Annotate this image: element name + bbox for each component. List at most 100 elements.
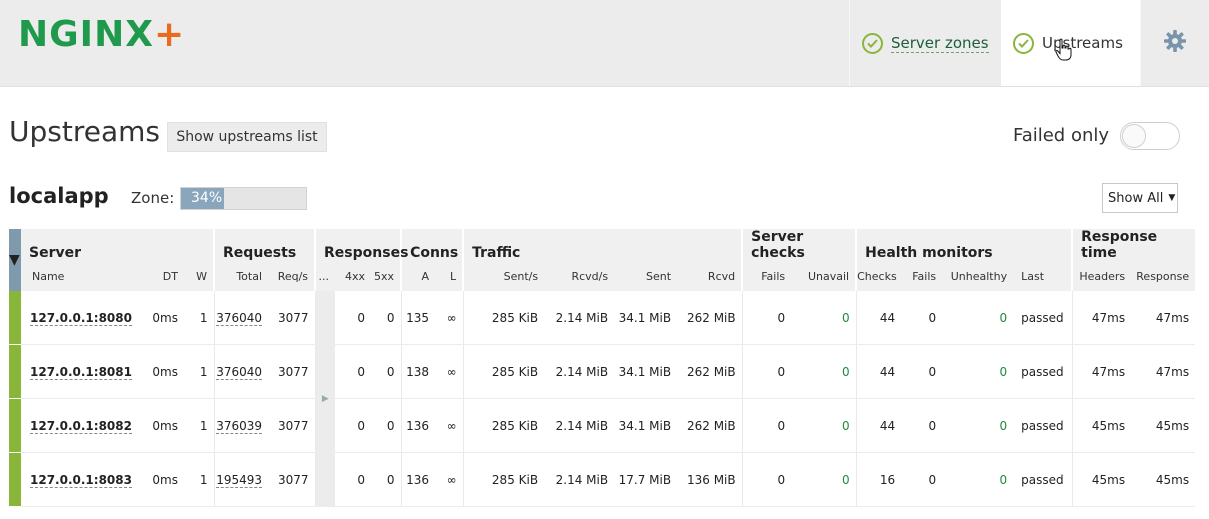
col-dots[interactable]: ...: [315, 261, 336, 291]
cell-total[interactable]: 376039: [214, 398, 269, 453]
cell-checks: 44: [856, 344, 902, 399]
server-name[interactable]: 127.0.0.1:8080: [21, 291, 148, 345]
zone-usage-text: 34%: [191, 190, 223, 206]
cell-reqs: 3077: [268, 452, 316, 507]
col-unhealthy: Unhealthy: [942, 261, 1014, 291]
server-name[interactable]: 127.0.0.1:8083: [21, 452, 148, 507]
caret-down-icon: ▼: [1168, 193, 1176, 203]
cell-sent: 34.1 MiB: [614, 291, 678, 345]
cell-checks: 44: [856, 291, 902, 345]
responses-collapse[interactable]: ▶: [315, 291, 336, 507]
server-name-value[interactable]: 127.0.0.1:8081: [30, 364, 132, 380]
cell-reqs: 3077: [268, 344, 316, 399]
cell-total-value[interactable]: 376040: [216, 364, 263, 380]
cell-unavail: 0: [791, 452, 857, 507]
failed-only-toggle[interactable]: [1120, 122, 1180, 150]
col-sent: Sent: [614, 261, 678, 291]
cell-total[interactable]: 376040: [214, 291, 269, 345]
col-total: Total: [214, 261, 269, 291]
page-title: Upstreams: [9, 115, 160, 148]
cell-rcvd-s: 2.14 MiB: [544, 452, 615, 507]
cell-headers: 45ms: [1072, 398, 1132, 453]
cell-rcvd: 262 MiB: [677, 291, 743, 345]
cell-sent: 34.1 MiB: [614, 398, 678, 453]
cell-total[interactable]: 195493: [214, 452, 269, 507]
col-w: W: [184, 261, 216, 291]
show-filter-select[interactable]: Show All ▼: [1102, 183, 1178, 213]
hand-cursor-icon: [1055, 38, 1073, 66]
group-traffic: Traffic: [463, 229, 744, 261]
cell-5xx: 0: [371, 452, 402, 507]
cell-headers: 47ms: [1072, 344, 1132, 399]
cell-total-value[interactable]: 195493: [216, 472, 263, 488]
gear-icon: [1163, 29, 1187, 57]
server-name-value[interactable]: 127.0.0.1:8082: [30, 418, 132, 434]
cell-rcvd: 262 MiB: [677, 344, 743, 399]
cell-dt: 0ms: [148, 291, 184, 345]
cell-w: 1: [184, 344, 215, 399]
group-server-checks: Server checks: [742, 229, 858, 261]
cell-fails: 0: [742, 398, 792, 453]
zone-label: Zone:: [131, 189, 175, 207]
cell-unhealthy: 0: [942, 344, 1014, 399]
cell-unhealthy: 0: [942, 452, 1014, 507]
cell-4xx: 0: [335, 344, 372, 399]
group-conns: Conns: [401, 229, 465, 261]
col-l: L: [435, 261, 465, 291]
cell-5xx: 0: [371, 344, 402, 399]
cell-total-value[interactable]: 376039: [216, 418, 263, 434]
group-server: Server: [21, 229, 216, 261]
cell-rcvd-s: 2.14 MiB: [544, 291, 615, 345]
cell-hm-fails: 0: [901, 291, 943, 345]
cell-dt: 0ms: [148, 398, 184, 453]
cell-5xx: 0: [371, 291, 402, 345]
cell-4xx: 0: [335, 398, 372, 453]
cell-sent-s: 285 KiB: [463, 398, 545, 453]
cell-headers: 45ms: [1072, 452, 1132, 507]
sort-toggle[interactable]: ▼: [9, 229, 21, 291]
cell-response: 45ms: [1131, 398, 1196, 453]
cell-w: 1: [184, 398, 215, 453]
table-row[interactable]: 127.0.0.1:8082 0ms 1 376039 3077 0 0 136 ∞ 285 Ki…: [9, 398, 1196, 453]
show-filter-value: Show All: [1108, 190, 1164, 206]
cell-a: 135: [401, 291, 436, 345]
cell-4xx: 0: [335, 452, 372, 507]
col-response: Response: [1131, 261, 1196, 291]
cell-total-value[interactable]: 376040: [216, 310, 263, 326]
col-checks: Checks: [856, 261, 902, 291]
cell-a: 138: [401, 344, 436, 399]
cell-dt: 0ms: [148, 344, 184, 399]
cell-hm-fails: 0: [901, 452, 943, 507]
cell-l: ∞: [435, 291, 464, 345]
cell-last: passed: [1013, 291, 1073, 345]
server-name[interactable]: 127.0.0.1:8081: [21, 344, 148, 399]
table-row[interactable]: 127.0.0.1:8083 0ms 1 195493 3077 0 0 136 ∞ 285 Ki…: [9, 452, 1196, 507]
cell-w: 1: [184, 452, 215, 507]
server-name-value[interactable]: 127.0.0.1:8080: [30, 310, 132, 326]
table-row[interactable]: 127.0.0.1:8080 0ms 1 376040 3077 ▶ 0 0 135 ∞ 285 K…: [9, 291, 1196, 507]
cell-5xx: 0: [371, 398, 402, 453]
cell-a: 136: [401, 452, 436, 507]
cell-headers: 47ms: [1072, 291, 1132, 345]
cell-last: passed: [1013, 344, 1073, 399]
nginx-plus-logo[interactable]: NGINX+: [18, 13, 185, 57]
group-response-time: Response time: [1072, 229, 1196, 261]
cell-total[interactable]: 376040: [214, 344, 269, 399]
logo-text: NGINX: [18, 14, 154, 55]
cell-sent: 17.7 MiB: [614, 452, 678, 507]
col-rcvd: Rcvd: [677, 261, 744, 291]
cell-sent-s: 285 KiB: [463, 452, 545, 507]
cell-hm-fails: 0: [901, 398, 943, 453]
settings-button[interactable]: [1140, 0, 1209, 86]
server-name-value[interactable]: 127.0.0.1:8083: [30, 472, 132, 488]
upstream-name: localapp: [9, 184, 109, 208]
table-row[interactable]: 127.0.0.1:8081 0ms 1 376040 3077 0 0 138 ∞ 285 Ki…: [9, 344, 1196, 399]
col-unavail: Unavail: [791, 261, 858, 291]
show-upstreams-list-button[interactable]: Show upstreams list: [167, 122, 327, 152]
cell-checks: 44: [856, 398, 902, 453]
cell-checks: 16: [856, 452, 902, 507]
server-name[interactable]: 127.0.0.1:8082: [21, 398, 148, 453]
tab-server-zones[interactable]: Server zones: [849, 0, 1001, 86]
cell-rcvd-s: 2.14 MiB: [544, 398, 615, 453]
cell-unhealthy: 0: [942, 291, 1014, 345]
